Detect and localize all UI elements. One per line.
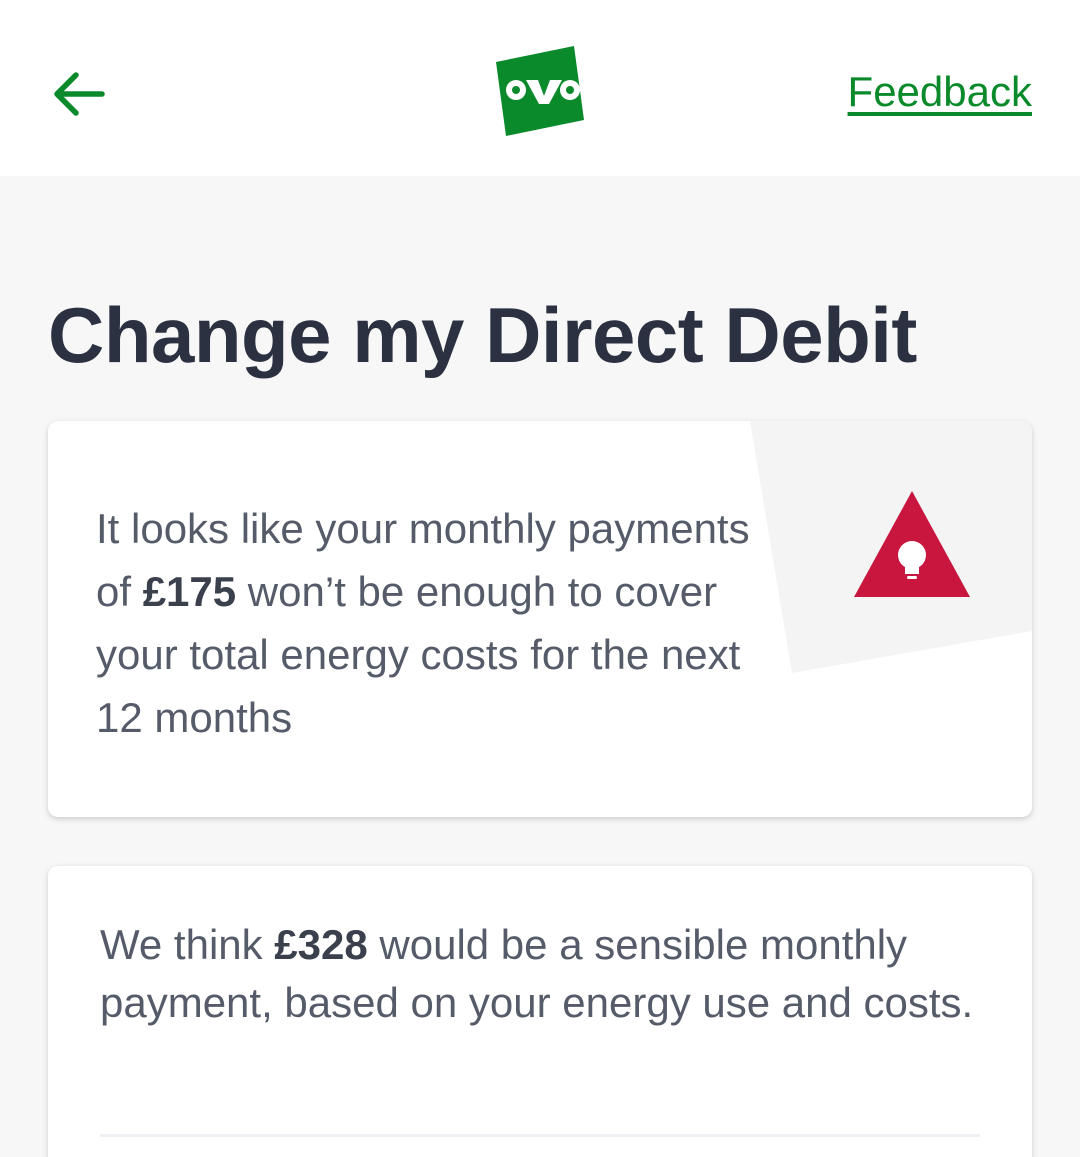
arrow-left-icon: [54, 72, 105, 116]
lightbulb-warning-icon: [854, 491, 970, 597]
top-bar: Feedback: [0, 0, 1080, 176]
page-title: Change my Direct Debit: [48, 291, 917, 379]
current-payment-amount: £175: [142, 568, 237, 615]
payment-warning-card: It looks like your monthly payments of £…: [48, 421, 1032, 817]
ovo-logo: [496, 46, 584, 136]
suggested-payment-amount: £328: [274, 921, 368, 968]
warning-message: It looks like your monthly payments of £…: [96, 497, 796, 749]
suggested-payment-card: We think £328 would be a sensible monthl…: [48, 866, 1032, 1157]
back-button[interactable]: [42, 58, 114, 130]
suggestion-message: We think £328 would be a sensible monthl…: [100, 916, 1000, 1032]
feedback-link[interactable]: Feedback: [848, 68, 1032, 116]
divider: [100, 1134, 980, 1137]
suggestion-text-start: We think: [100, 921, 275, 968]
